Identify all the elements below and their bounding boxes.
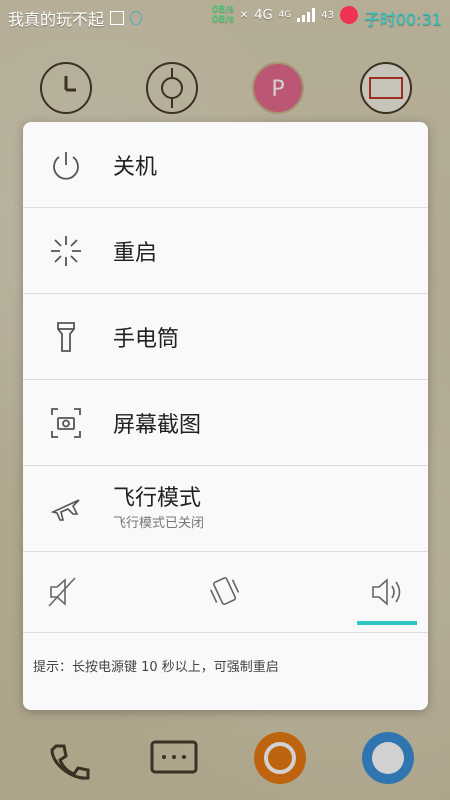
menu-item-label: 飞行模式 xyxy=(113,486,202,511)
active-sound-indicator xyxy=(357,621,417,625)
sim-x-icon: ✕ xyxy=(239,9,249,21)
avatar-icon xyxy=(340,6,358,24)
menu-item-sublabel: 飞行模式已关闭 xyxy=(113,516,205,531)
menu-item-label: 手电筒 xyxy=(113,326,180,352)
menu-item-label: 屏幕截图 xyxy=(113,412,202,438)
screenshot-notify-icon xyxy=(110,11,125,25)
network-4g-1: 4G xyxy=(254,7,273,23)
flashlight-icon xyxy=(57,321,75,352)
menu-item-label: 关机 xyxy=(113,154,158,180)
signal-icon xyxy=(297,8,316,22)
battery-level: 43 xyxy=(321,9,334,21)
status-title: 我真的玩不起 xyxy=(8,10,105,29)
airplane-icon xyxy=(50,498,80,521)
screenshot-icon xyxy=(51,407,81,438)
sound-on-icon[interactable] xyxy=(369,574,405,610)
status-bar: 我真的玩不起 0B/s 0B/s ✕ 4G 4G 43 子时00:31 xyxy=(0,0,450,34)
sound-mode-row xyxy=(23,552,428,633)
force-restart-hint: 提示：长按电源键 10 秒以上，可强制重启 xyxy=(33,660,279,675)
menu-item-airplane-mode[interactable]: 飞行模式 飞行模式已关闭 xyxy=(23,466,428,552)
menu-item-restart[interactable]: 重启 xyxy=(23,208,428,294)
power-menu-dialog: 关机 重启 手电筒 屏幕截图 飞行模式 飞行模式已关闭 提示：长按电源键 10 … xyxy=(23,122,428,710)
clock: 子时00:31 xyxy=(363,10,442,29)
restart-icon xyxy=(51,235,81,266)
vibrate-icon[interactable] xyxy=(207,574,243,610)
net-speed: 0B/s 0B/s xyxy=(212,4,234,25)
power-icon xyxy=(53,151,79,180)
menu-item-screenshot[interactable]: 屏幕截图 xyxy=(23,380,428,466)
mute-icon[interactable] xyxy=(45,574,81,610)
menu-item-label: 重启 xyxy=(113,240,158,266)
network-4g-2: 4G xyxy=(278,10,292,20)
notification-drop-icon xyxy=(130,11,143,25)
menu-item-power-off[interactable]: 关机 xyxy=(23,122,428,208)
menu-item-flashlight[interactable]: 手电筒 xyxy=(23,294,428,380)
